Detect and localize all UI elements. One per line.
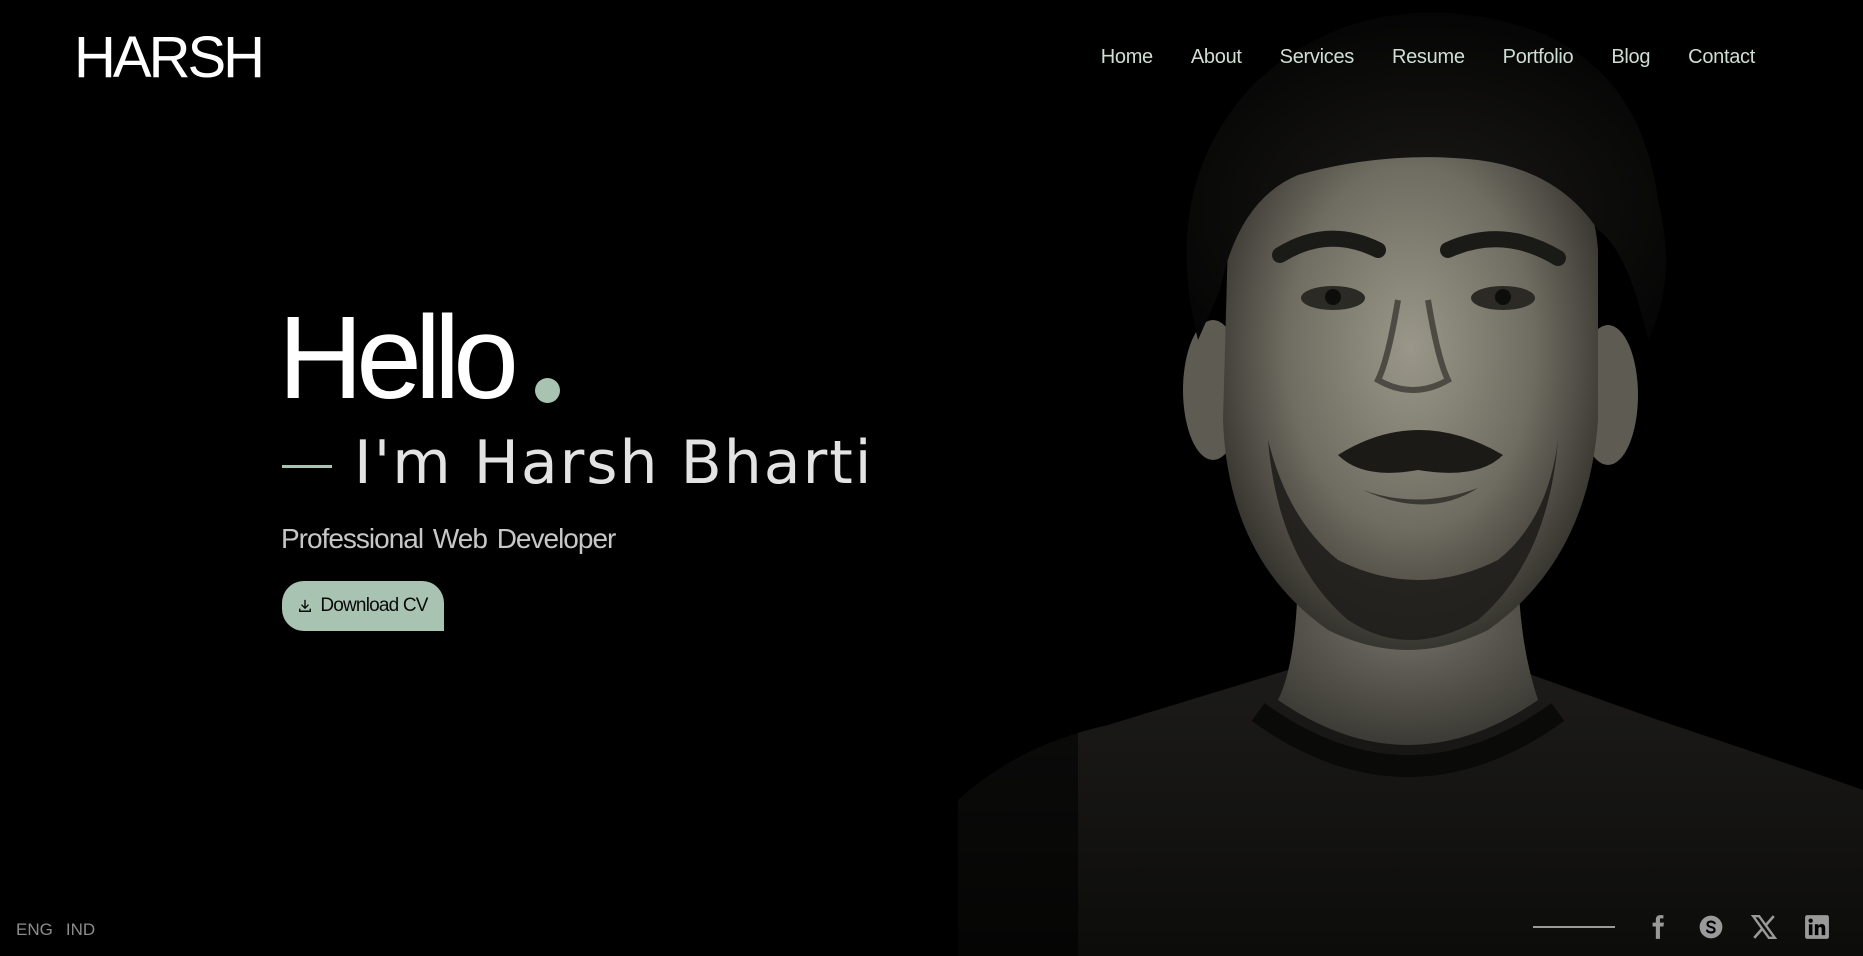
nav-resume[interactable]: Resume [1392,44,1465,70]
download-cv-label: Download CV [320,595,428,616]
hero-role: Professional Web Developer [281,523,616,554]
main-nav: Home About Services Resume Portfolio Blo… [1063,44,1756,70]
nav-contact[interactable]: Contact [1688,44,1755,70]
nav-about[interactable]: About [1191,44,1242,70]
page: HARSH Home About Services Resume Portfol… [0,0,1863,956]
intro-dash [282,464,332,468]
profile-photo [958,0,1863,956]
nav-home[interactable]: Home [1101,44,1153,70]
download-cv-button[interactable]: Download CV [282,581,444,631]
lang-eng[interactable]: ENG [16,920,53,940]
social-links [1533,909,1863,945]
hero-intro: I'm Harsh Bharti [282,428,873,498]
accent-dot [535,378,560,403]
nav-services[interactable]: Services [1280,44,1355,70]
facebook-icon[interactable] [1645,914,1671,940]
nav-blog[interactable]: Blog [1611,44,1650,70]
linkedin-icon[interactable] [1804,914,1830,940]
lang-ind[interactable]: IND [66,920,95,940]
hero-greeting: Hello [278,292,519,424]
nav-portfolio[interactable]: Portfolio [1503,44,1574,70]
skype-icon[interactable] [1698,914,1724,940]
site-logo[interactable]: HARSH [74,26,265,90]
social-divider [1533,926,1615,928]
hero-name: I'm Harsh Bharti [354,428,874,498]
x-twitter-icon[interactable] [1751,914,1777,940]
download-icon [299,599,312,612]
language-switcher: ENG IND [16,920,95,940]
